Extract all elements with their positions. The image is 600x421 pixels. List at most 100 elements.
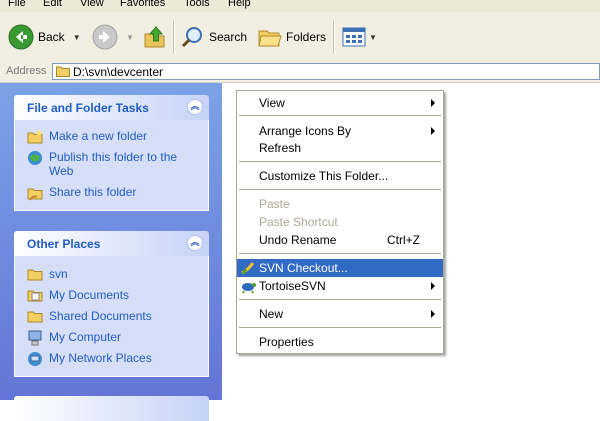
menu-item-label: New bbox=[259, 307, 284, 321]
place-my-computer[interactable]: My Computer bbox=[27, 330, 121, 346]
back-dropdown-icon[interactable]: ▼ bbox=[73, 33, 81, 42]
folders-icon bbox=[258, 30, 282, 47]
menu-separator bbox=[239, 115, 441, 116]
menu-item-customize-folder[interactable]: Customize This Folder... bbox=[237, 167, 443, 185]
place-label: Shared Documents bbox=[49, 309, 152, 323]
submenu-arrow-icon bbox=[431, 282, 435, 290]
publish-web-icon bbox=[28, 151, 42, 165]
menu-item-label: Undo Rename bbox=[259, 233, 337, 247]
menu-item-label: Refresh bbox=[259, 141, 302, 155]
menu-item-label: Arrange Icons By bbox=[259, 124, 352, 138]
file-folder-tasks-header[interactable]: File and Folder Tasks ︽ bbox=[14, 95, 209, 120]
other-places-body: svn My Documents Shared Documents My Com… bbox=[14, 256, 209, 377]
forward-button[interactable]: ▼ bbox=[92, 17, 134, 57]
menu-item-arrange-icons-by[interactable]: Arrange Icons By bbox=[237, 122, 443, 140]
file-folder-tasks-title: File and Folder Tasks bbox=[27, 101, 149, 115]
my-documents-icon bbox=[27, 290, 43, 302]
toolbar: Back ▼ ▼ Search Folders ▼ bbox=[0, 12, 600, 63]
task-label: Publish this folder to the Web bbox=[49, 150, 178, 178]
svn-checkout-icon bbox=[241, 262, 255, 275]
new-folder-icon bbox=[27, 130, 43, 144]
forward-arrow-icon bbox=[92, 24, 118, 50]
task-pane: File and Folder Tasks ︽ Make a new folde… bbox=[0, 83, 222, 421]
menu-item-paste[interactable]: Paste bbox=[237, 195, 443, 213]
back-label: Back bbox=[38, 30, 65, 44]
place-my-network-places[interactable]: My Network Places bbox=[27, 351, 152, 367]
up-folder-icon bbox=[144, 26, 165, 48]
menu-item-label: Customize This Folder... bbox=[259, 169, 389, 183]
menu-item-tortoisesvn[interactable]: TortoiseSVN bbox=[237, 277, 443, 295]
toolbar-separator bbox=[333, 20, 335, 54]
up-folder-button[interactable] bbox=[143, 17, 167, 57]
menu-favorites[interactable]: Favorites bbox=[120, 0, 165, 9]
menu-file[interactable]: File bbox=[8, 0, 26, 9]
address-path: D:\svn\devcenter bbox=[73, 65, 164, 79]
menu-separator bbox=[239, 161, 441, 162]
network-places-icon bbox=[28, 352, 42, 366]
file-folder-tasks-body: Make a new folder Publish this folder to… bbox=[14, 120, 209, 211]
address-bar: Address D:\svn\devcenter bbox=[0, 62, 600, 83]
address-input[interactable]: D:\svn\devcenter bbox=[52, 63, 600, 80]
menu-item-shortcut: Ctrl+Z bbox=[387, 233, 420, 247]
other-places-header[interactable]: Other Places ︽ bbox=[14, 231, 209, 256]
menu-item-svn-checkout[interactable]: SVN Checkout... bbox=[237, 259, 443, 277]
menu-item-label: Paste bbox=[259, 197, 290, 211]
other-places-box: Other Places ︽ svn My Documents Shared D… bbox=[14, 231, 209, 377]
tortoisesvn-icon bbox=[242, 283, 256, 294]
menu-separator bbox=[239, 299, 441, 300]
menu-edit[interactable]: Edit bbox=[43, 0, 62, 9]
menu-separator bbox=[239, 253, 441, 254]
address-label: Address bbox=[6, 65, 47, 77]
task-make-new-folder[interactable]: Make a new folder bbox=[27, 129, 147, 145]
folders-button[interactable]: Folders bbox=[257, 17, 326, 57]
folder-icon bbox=[27, 269, 43, 281]
menu-separator bbox=[239, 189, 441, 190]
task-label: Share this folder bbox=[49, 185, 137, 199]
place-my-documents[interactable]: My Documents bbox=[27, 288, 129, 304]
menu-item-label: SVN Checkout... bbox=[259, 261, 348, 275]
collapse-chevron-icon[interactable]: ︽ bbox=[187, 235, 203, 251]
share-folder-icon bbox=[27, 188, 43, 201]
menu-item-refresh[interactable]: Refresh bbox=[237, 139, 443, 157]
folder-icon bbox=[56, 66, 70, 77]
place-shared-documents[interactable]: Shared Documents bbox=[27, 309, 152, 325]
submenu-arrow-icon bbox=[431, 99, 435, 107]
place-label: My Documents bbox=[49, 288, 130, 302]
forward-dropdown-icon[interactable]: ▼ bbox=[126, 33, 134, 42]
other-places-title: Other Places bbox=[27, 237, 101, 251]
menu-item-view[interactable]: View bbox=[237, 94, 443, 112]
task-label: Make a new folder bbox=[49, 129, 148, 143]
menu-bar: File Edit View Favorites Tools Help bbox=[0, 0, 600, 12]
place-svn[interactable]: svn bbox=[27, 267, 68, 283]
task-publish-to-web[interactable]: Publish this folder to the Web bbox=[27, 150, 202, 178]
menu-item-properties[interactable]: Properties bbox=[237, 333, 443, 351]
menu-item-label: Properties bbox=[259, 335, 314, 349]
place-label: svn bbox=[49, 267, 68, 281]
menu-help[interactable]: Help bbox=[228, 0, 251, 9]
views-icon bbox=[342, 27, 366, 47]
views-button[interactable]: ▼ bbox=[342, 17, 377, 57]
back-button[interactable]: Back ▼ bbox=[8, 17, 81, 57]
search-button[interactable]: Search bbox=[180, 17, 247, 57]
collapse-chevron-icon[interactable]: ︽ bbox=[187, 99, 203, 115]
place-label: My Computer bbox=[49, 330, 122, 344]
menu-view[interactable]: View bbox=[80, 0, 104, 9]
search-icon bbox=[181, 27, 202, 48]
views-dropdown-icon[interactable]: ▼ bbox=[369, 33, 377, 42]
menu-item-label: View bbox=[259, 96, 285, 110]
submenu-arrow-icon bbox=[431, 127, 435, 135]
menu-separator bbox=[239, 327, 441, 328]
menu-item-undo-rename[interactable]: Undo Rename Ctrl+Z bbox=[237, 231, 443, 249]
my-computer-icon bbox=[28, 330, 42, 346]
back-arrow-icon bbox=[8, 24, 34, 50]
menu-item-new[interactable]: New bbox=[237, 305, 443, 323]
toolbar-separator bbox=[173, 20, 175, 54]
task-share-folder[interactable]: Share this folder bbox=[27, 185, 136, 201]
menu-item-paste-shortcut[interactable]: Paste Shortcut bbox=[237, 213, 443, 231]
shared-documents-icon bbox=[27, 311, 43, 323]
menu-item-label: Paste Shortcut bbox=[259, 215, 338, 229]
search-label: Search bbox=[209, 30, 248, 44]
place-label: My Network Places bbox=[49, 351, 152, 365]
submenu-arrow-icon bbox=[431, 310, 435, 318]
menu-tools[interactable]: Tools bbox=[184, 0, 210, 9]
